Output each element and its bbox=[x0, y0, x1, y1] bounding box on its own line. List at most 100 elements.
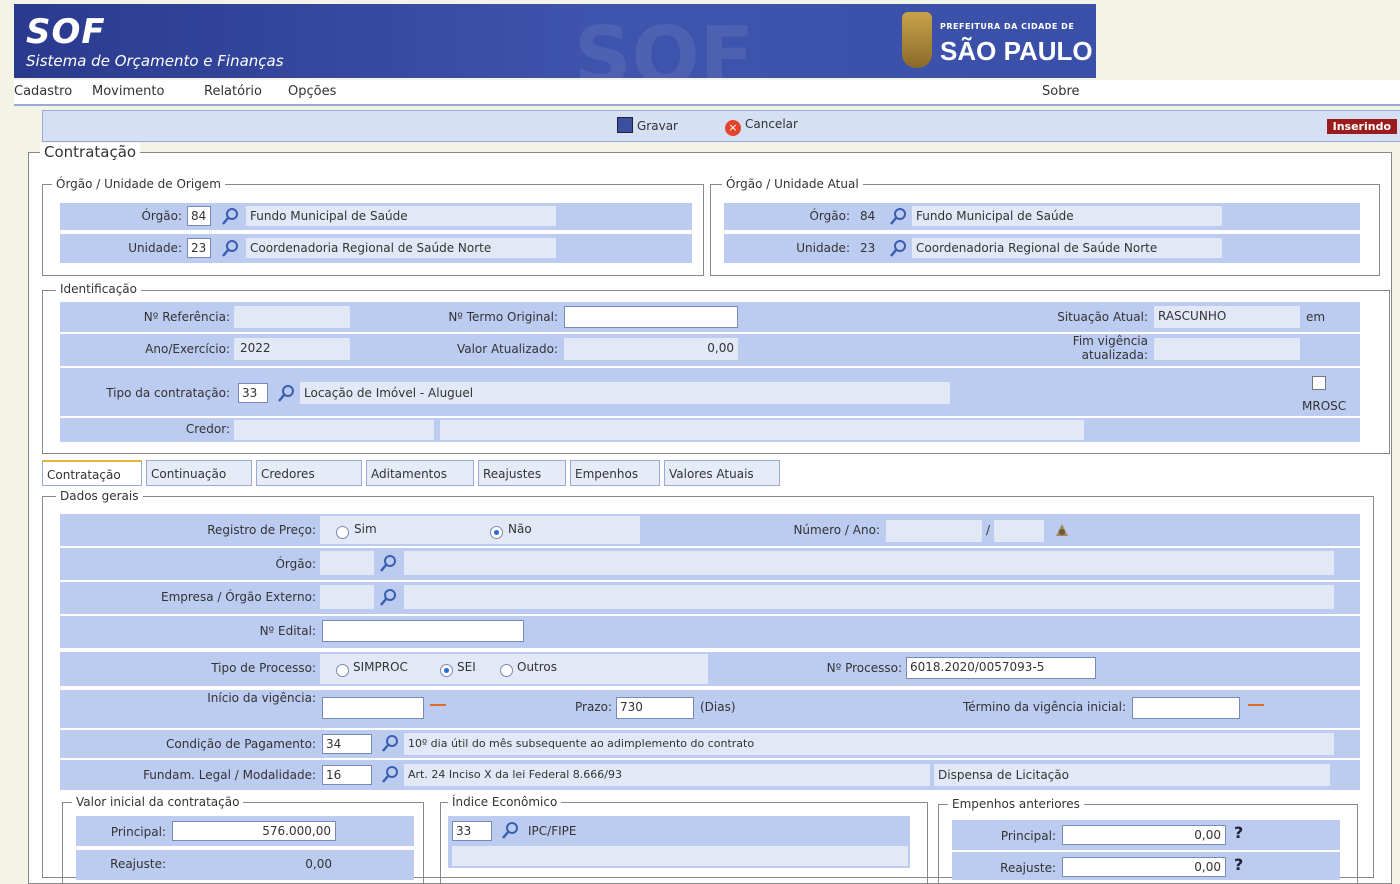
empresa-search-icon[interactable] bbox=[378, 587, 398, 607]
tab-continuacao[interactable]: Continuação bbox=[146, 460, 252, 486]
numero-ano-lookup-icon[interactable] bbox=[1052, 520, 1072, 540]
empenhos-reajuste-input[interactable]: 0,00 bbox=[1062, 857, 1226, 877]
atual-orgao-code: 84 bbox=[860, 209, 876, 223]
ano-field: 2022 bbox=[234, 338, 350, 360]
tab-reajustes[interactable]: Reajustes bbox=[478, 460, 566, 486]
condicao-search-icon[interactable] bbox=[380, 733, 400, 753]
atual-orgao-name: Fundo Municipal de Saúde bbox=[916, 209, 1074, 223]
app-logo: SOF bbox=[26, 12, 106, 52]
empenhos-reajuste-help-icon[interactable]: ? bbox=[1234, 855, 1243, 874]
empenhos-reajuste-label: Reajuste: bbox=[1000, 861, 1056, 875]
origem-legend: Órgão / Unidade de Origem bbox=[52, 177, 225, 191]
inicio-calendar-icon[interactable] bbox=[430, 704, 446, 714]
situacao-field: RASCUNHO bbox=[1154, 306, 1300, 328]
credor-label: Credor: bbox=[185, 422, 230, 436]
edital-input[interactable] bbox=[322, 620, 524, 642]
inicio-vigencia-input[interactable] bbox=[322, 697, 424, 719]
city-crest-icon bbox=[902, 12, 932, 68]
valor-field: 0,00 bbox=[564, 338, 738, 360]
atual-unidade-search-icon[interactable] bbox=[888, 238, 908, 258]
ano-value: 2022 bbox=[240, 341, 271, 355]
tab-aditamentos[interactable]: Aditamentos bbox=[366, 460, 474, 486]
mrosc-checkbox[interactable] bbox=[1312, 376, 1326, 390]
tipo-contratacao-search-icon[interactable] bbox=[276, 383, 296, 403]
termo-input[interactable] bbox=[564, 306, 738, 328]
menu-opcoes[interactable]: Opções bbox=[288, 84, 336, 99]
prazo-dias-label: (Dias) bbox=[700, 700, 736, 714]
numero-ano-slash: / bbox=[986, 523, 991, 537]
cancel-button[interactable]: × Cancelar bbox=[725, 117, 798, 136]
indice-code-input[interactable]: 33 bbox=[452, 821, 492, 841]
dados-orgao-search-icon[interactable] bbox=[378, 553, 398, 573]
atual-orgao-name-field: Fundo Municipal de Saúde bbox=[912, 206, 1222, 226]
fundamento-value-field: Art. 24 Inciso X da lei Federal 8.666/93 bbox=[404, 764, 930, 786]
registro-preco-label: Registro de Preço: bbox=[207, 523, 316, 537]
indice-search-icon[interactable] bbox=[500, 820, 520, 840]
sei-radio[interactable] bbox=[440, 664, 453, 677]
atual-unidade-code: 23 bbox=[860, 241, 876, 255]
tipo-processo-label: Tipo de Processo: bbox=[211, 661, 316, 675]
termino-calendar-icon[interactable] bbox=[1248, 704, 1264, 714]
fim-vigencia-label: Fim vigência atualizada: bbox=[1072, 334, 1148, 362]
ano-field-rp bbox=[994, 520, 1044, 542]
empenhos-principal-help-icon[interactable]: ? bbox=[1234, 823, 1243, 842]
indice-value: IPC/FIPE bbox=[528, 824, 577, 838]
prazo-input[interactable]: 730 bbox=[616, 697, 694, 719]
empenhos-anteriores-legend: Empenhos anteriores bbox=[948, 797, 1084, 811]
atual-orgao-search-icon[interactable] bbox=[888, 206, 908, 226]
registro-sim-radio[interactable] bbox=[336, 526, 349, 539]
origem-unidade-label: Unidade: bbox=[128, 241, 182, 255]
empresa-label: Empresa / Órgão Externo: bbox=[161, 590, 316, 604]
dados-gerais-legend: Dados gerais bbox=[56, 489, 143, 503]
dados-orgao-name-field bbox=[404, 551, 1334, 575]
registro-nao-radio[interactable] bbox=[490, 526, 503, 539]
registro-nao-label: Não bbox=[508, 522, 532, 536]
fundamento-search-icon[interactable] bbox=[380, 764, 400, 784]
fundamento-extra-field: Dispensa de Licitação bbox=[934, 764, 1330, 786]
numero-ano-label: Número / Ano: bbox=[793, 523, 880, 537]
dados-orgao-code-field bbox=[320, 551, 374, 575]
tipo-contratacao-code-input[interactable]: 33 bbox=[238, 383, 268, 403]
empresa-code-field bbox=[320, 585, 374, 609]
condicao-code-input[interactable]: 34 bbox=[322, 734, 372, 754]
outros-radio[interactable] bbox=[500, 664, 513, 677]
condicao-label: Condição de Pagamento: bbox=[166, 737, 316, 751]
save-button[interactable]: Gravar bbox=[617, 117, 678, 133]
prefeitura-label: PREFEITURA DA CIDADE DE bbox=[940, 22, 1075, 31]
origem-orgao-code-input[interactable]: 84 bbox=[187, 206, 211, 226]
origem-orgao-name-field: Fundo Municipal de Saúde bbox=[246, 206, 556, 226]
simproc-radio[interactable] bbox=[336, 664, 349, 677]
atual-unidade-name: Coordenadoria Regional de Saúde Norte bbox=[916, 241, 1158, 255]
condicao-value-field: 10º dia útil do mês subsequente ao adimp… bbox=[404, 733, 1334, 755]
menu-movimento[interactable]: Movimento bbox=[92, 84, 164, 99]
credor-code-field bbox=[234, 420, 434, 440]
numero-field bbox=[886, 520, 982, 542]
tab-valores-atuais[interactable]: Valores Atuais bbox=[664, 460, 780, 486]
valor-reajuste-value: 0,00 bbox=[305, 857, 332, 871]
atual-legend: Órgão / Unidade Atual bbox=[722, 177, 863, 191]
tab-contratacao[interactable]: Contratação bbox=[42, 460, 142, 486]
edital-label: Nº Edital: bbox=[259, 624, 316, 638]
empenhos-principal-input[interactable]: 0,00 bbox=[1062, 825, 1226, 845]
tab-empenhos[interactable]: Empenhos bbox=[570, 460, 660, 486]
valor-inicial-legend: Valor inicial da contratação bbox=[72, 795, 244, 809]
credor-name-field bbox=[440, 420, 1084, 440]
atual-unidade-name-field: Coordenadoria Regional de Saúde Norte bbox=[912, 238, 1222, 258]
valor-principal-input[interactable]: 576.000,00 bbox=[172, 821, 336, 841]
app-subtitle: Sistema de Orçamento e Finanças bbox=[26, 52, 284, 70]
origem-unidade-search-icon[interactable] bbox=[220, 238, 240, 258]
origem-orgao-label: Órgão: bbox=[141, 209, 182, 223]
origem-unidade-code-input[interactable]: 23 bbox=[187, 238, 211, 258]
ref-label: Nº Referência: bbox=[143, 310, 230, 324]
save-icon bbox=[617, 117, 633, 133]
cancel-icon: × bbox=[725, 120, 741, 136]
termino-input[interactable] bbox=[1132, 697, 1240, 719]
origem-orgao-search-icon[interactable] bbox=[220, 206, 240, 226]
processo-input[interactable]: 6018.2020/0057093-5 bbox=[906, 657, 1096, 679]
menu-relatorio[interactable]: Relatório bbox=[204, 84, 262, 99]
valor-reajuste-label: Reajuste: bbox=[110, 857, 166, 871]
menu-sobre[interactable]: Sobre bbox=[1042, 84, 1080, 99]
tab-credores[interactable]: Credores bbox=[256, 460, 362, 486]
fundamento-code-input[interactable]: 16 bbox=[322, 765, 372, 785]
menu-cadastro[interactable]: Cadastro bbox=[14, 84, 72, 99]
